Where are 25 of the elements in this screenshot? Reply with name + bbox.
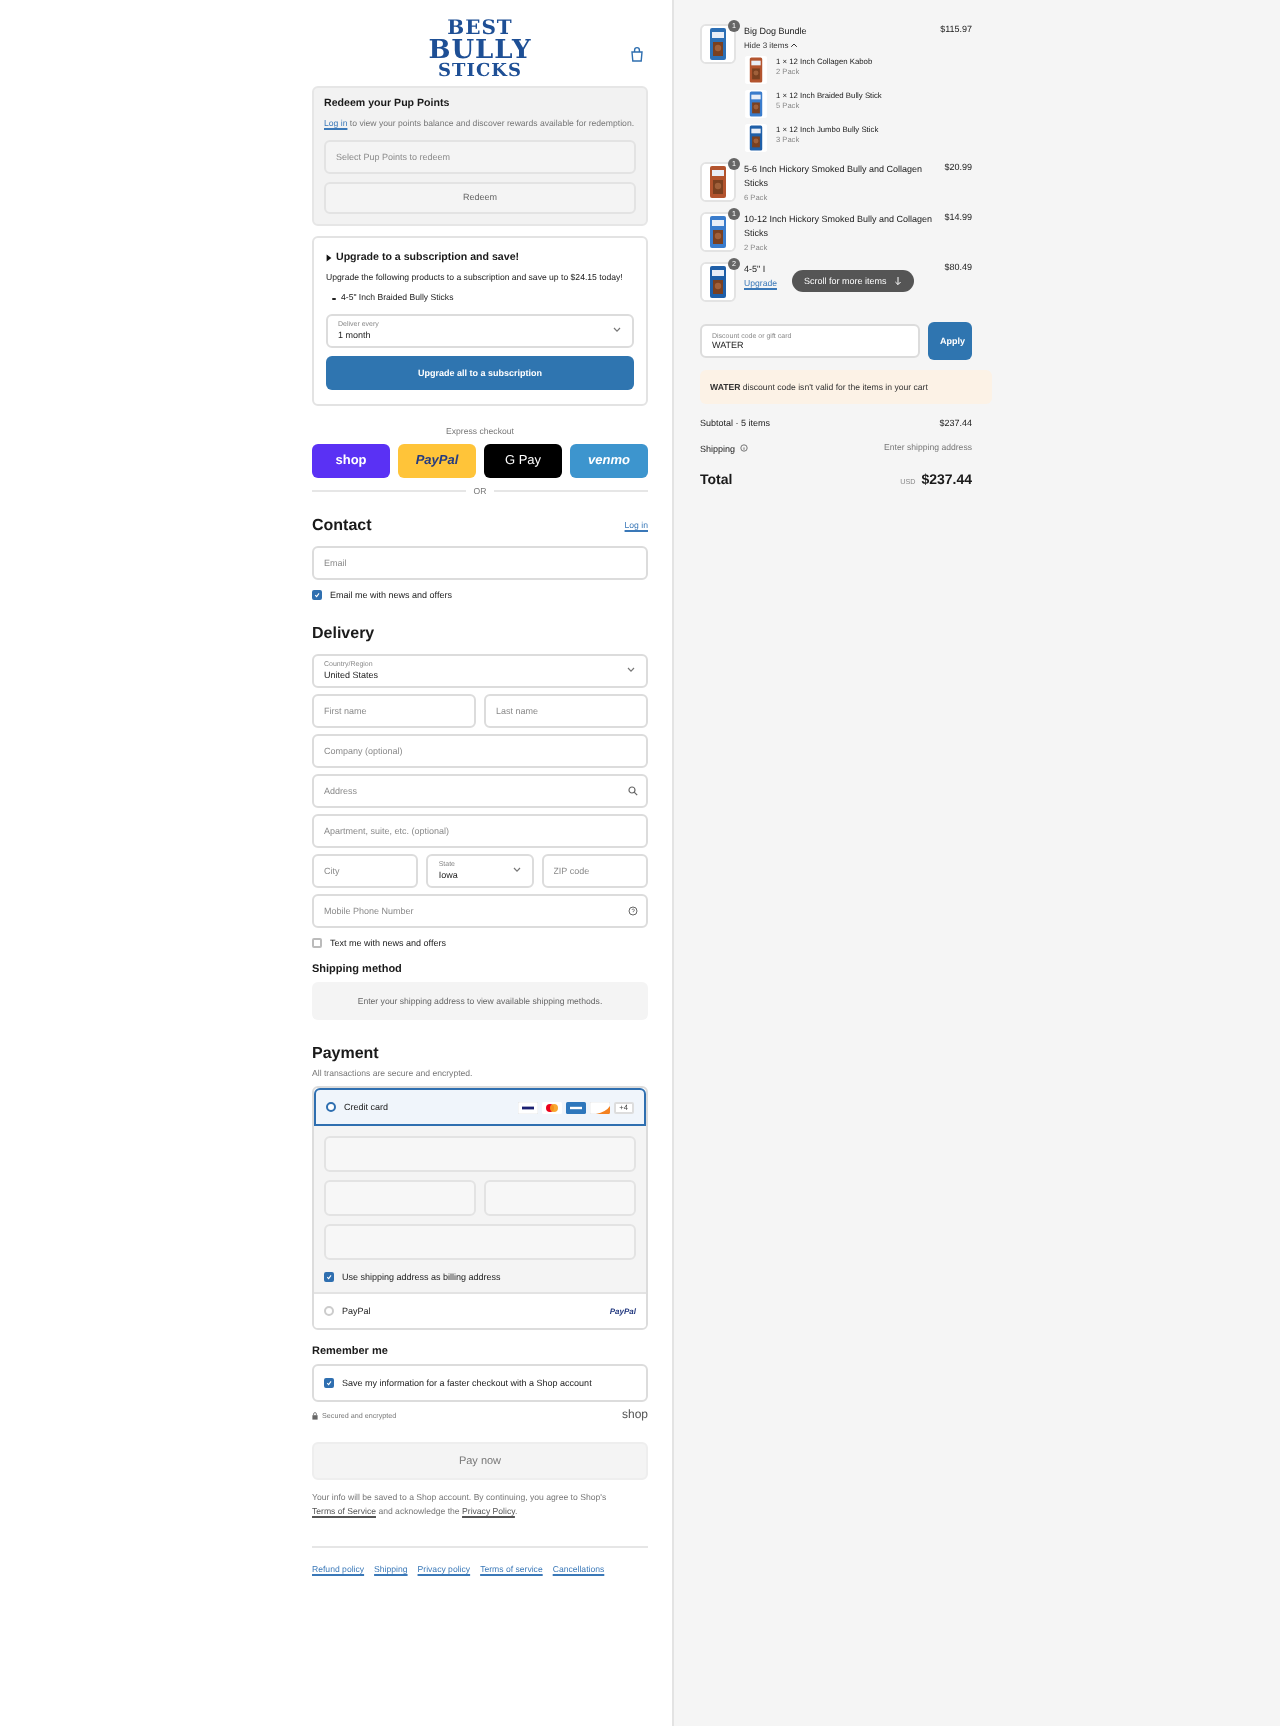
lock-icon xyxy=(312,1412,318,1421)
logo-text: BULLY xyxy=(428,39,532,64)
mastercard-icon xyxy=(541,1101,562,1114)
shopping-bag-icon xyxy=(630,46,644,62)
checkbox[interactable] xyxy=(312,589,322,600)
radio-button[interactable] xyxy=(326,1102,336,1113)
checkmark-icon xyxy=(314,591,320,598)
help-icon xyxy=(628,905,638,916)
triangle-icon xyxy=(326,253,332,262)
section-title: Payment xyxy=(312,1043,381,1062)
help-icon xyxy=(739,444,748,453)
logo-text: BEST xyxy=(447,20,513,39)
arrow-down-icon xyxy=(894,276,903,287)
chevron-down-icon xyxy=(612,326,622,335)
section-title: Delivery xyxy=(312,623,377,642)
chevron-down-icon xyxy=(626,666,636,675)
search-icon xyxy=(628,785,638,796)
section-title: Contact xyxy=(312,515,372,534)
checkbox[interactable] xyxy=(312,937,322,948)
checkbox[interactable] xyxy=(324,1378,334,1389)
checkbox[interactable] xyxy=(324,1272,334,1283)
logo-text: STICKS xyxy=(438,63,522,81)
checkmark-icon xyxy=(326,1380,332,1387)
chevron-down-icon xyxy=(511,866,522,875)
checkmark-icon xyxy=(326,1274,332,1281)
